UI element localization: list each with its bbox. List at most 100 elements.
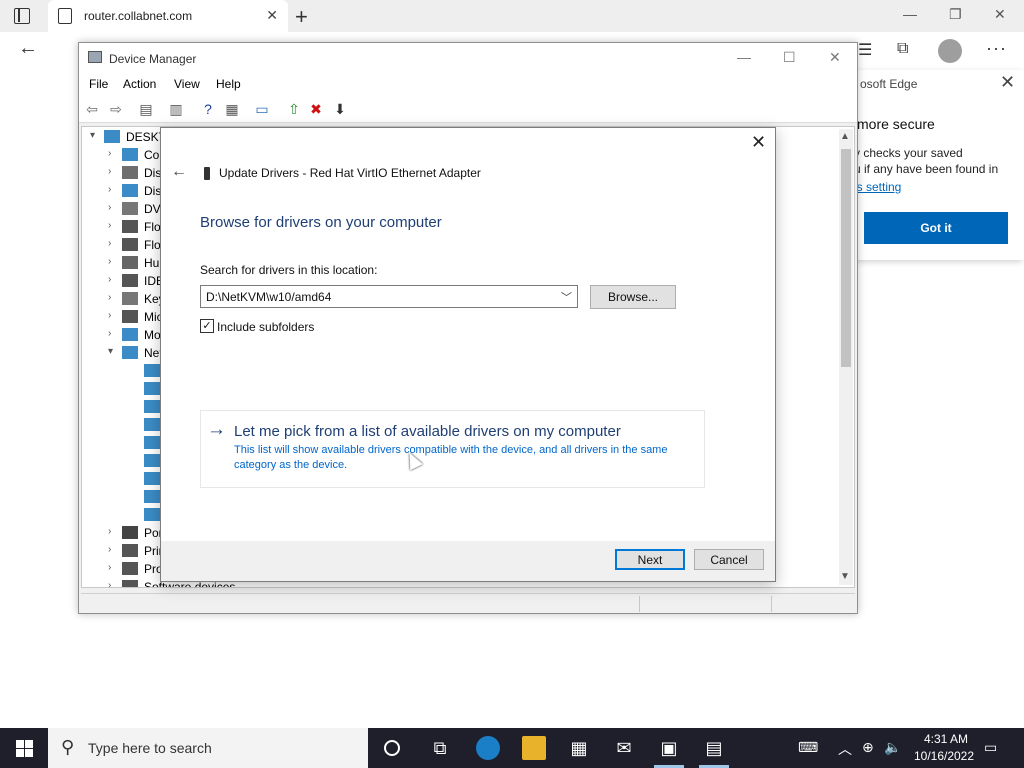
driver-path-value[interactable]: D:\NetKVM\w10/amd64 bbox=[206, 290, 331, 304]
tree-expander-icon[interactable]: › bbox=[108, 274, 111, 285]
tab-close-icon[interactable]: ✕ bbox=[266, 7, 278, 24]
tree-expander-icon[interactable]: ▾ bbox=[108, 346, 113, 357]
tab-actions-icon[interactable] bbox=[14, 8, 30, 24]
popup-close-icon[interactable]: ✕ bbox=[1000, 72, 1015, 93]
forward-icon[interactable]: ⇨ bbox=[107, 100, 125, 118]
back-icon[interactable]: ⇦ bbox=[83, 100, 101, 118]
dialog-back-icon[interactable]: ← bbox=[171, 163, 187, 181]
tree-expander-icon[interactable]: › bbox=[108, 202, 111, 213]
tree-expander-icon[interactable]: › bbox=[108, 184, 111, 195]
windows-logo-pane bbox=[25, 740, 33, 748]
network-adapter-icon bbox=[144, 364, 160, 377]
search-placeholder[interactable]: Type here to search bbox=[88, 740, 212, 756]
display-icon bbox=[122, 184, 138, 197]
scroll-up-icon[interactable]: ▲ bbox=[840, 131, 850, 142]
menu-file[interactable]: File bbox=[89, 77, 108, 91]
task-view-icon[interactable]: ⧉ bbox=[428, 736, 452, 760]
tree-expander-icon[interactable]: › bbox=[108, 220, 111, 231]
menu-action[interactable]: Action bbox=[123, 77, 156, 91]
pick-from-list-option[interactable]: → Let me pick from a list of available d… bbox=[200, 410, 705, 488]
dvd-icon bbox=[122, 202, 138, 215]
driver-path-combobox[interactable]: D:\NetKVM\w10/amd64 ﹀ bbox=[200, 285, 578, 308]
checkbox-box[interactable]: ✓ bbox=[200, 319, 214, 333]
update-driver-icon[interactable]: ⇧ bbox=[285, 100, 303, 118]
dialog-close-icon[interactable]: ✕ bbox=[751, 132, 766, 153]
uninstall-icon[interactable]: ✖ bbox=[307, 100, 325, 118]
more-options-icon[interactable]: ··· bbox=[986, 38, 1007, 59]
favorites-icon[interactable]: ☰ bbox=[858, 40, 872, 60]
minimize-icon[interactable]: — bbox=[737, 49, 751, 65]
browse-button[interactable]: Browse... bbox=[590, 285, 676, 309]
menu-help[interactable]: Help bbox=[216, 77, 241, 91]
network-adapter-icon bbox=[144, 382, 160, 395]
tree-expander-icon[interactable]: › bbox=[108, 544, 111, 555]
next-button[interactable]: Next bbox=[615, 549, 685, 570]
hid-icon bbox=[122, 256, 138, 269]
close-icon[interactable]: ✕ bbox=[829, 49, 841, 66]
scan-hardware-icon[interactable]: ⬇ bbox=[331, 100, 349, 118]
show-hide-console-tree-icon[interactable]: ▤ bbox=[137, 100, 155, 118]
close-window-icon[interactable]: ✕ bbox=[994, 6, 1006, 23]
start-button[interactable] bbox=[0, 728, 48, 768]
maximize-icon[interactable]: ☐ bbox=[783, 49, 796, 66]
network-adapter-icon bbox=[144, 418, 160, 431]
minimize-icon[interactable]: — bbox=[903, 6, 917, 22]
pick-option-title[interactable]: Let me pick from a list of available dri… bbox=[234, 423, 621, 440]
tree-expander-icon[interactable]: › bbox=[108, 148, 111, 159]
scroll-thumb[interactable] bbox=[841, 149, 851, 367]
browser-tab[interactable]: router.collabnet.com ✕ bbox=[48, 0, 288, 32]
restore-icon[interactable]: ❐ bbox=[949, 6, 962, 23]
clock-date[interactable]: 10/16/2022 bbox=[909, 749, 979, 763]
volume-icon[interactable]: 🔈 bbox=[884, 739, 901, 756]
collections-icon[interactable]: ⧉ bbox=[897, 40, 908, 58]
edge-icon[interactable] bbox=[476, 736, 500, 760]
include-subfolders-checkbox[interactable]: ✓ Include subfolders bbox=[200, 318, 400, 336]
device-manager-icon[interactable]: ▤ bbox=[702, 736, 726, 760]
cancel-button[interactable]: Cancel bbox=[694, 549, 764, 570]
popup-text-line-2: u if any have been found in bbox=[854, 162, 999, 176]
include-subfolders-label[interactable]: Include subfolders bbox=[217, 320, 314, 334]
tree-expander-icon[interactable]: › bbox=[108, 580, 111, 587]
popup-text-line-1: y checks your saved bbox=[854, 146, 963, 160]
search-icon: ⚲ bbox=[61, 737, 75, 757]
server-manager-icon[interactable]: ▣ bbox=[657, 736, 681, 760]
properties-icon[interactable]: ▥ bbox=[167, 100, 185, 118]
dialog-heading: Browse for drivers on your computer bbox=[200, 214, 442, 231]
tree-expander-icon[interactable]: › bbox=[108, 292, 111, 303]
tree-expander-icon[interactable]: › bbox=[108, 562, 111, 573]
view-icon[interactable]: ▦ bbox=[223, 100, 241, 118]
tree-expander-icon[interactable]: › bbox=[108, 526, 111, 537]
tree-node-label[interactable]: Mo bbox=[144, 328, 161, 342]
show-hidden-icons-icon[interactable]: ︿ bbox=[838, 739, 852, 759]
profile-avatar[interactable] bbox=[938, 39, 962, 63]
tree-expander-icon[interactable]: › bbox=[108, 328, 111, 339]
ide-icon bbox=[122, 274, 138, 287]
tree-expander-icon[interactable]: › bbox=[108, 238, 111, 249]
monitor-icon[interactable]: ▭ bbox=[253, 100, 271, 118]
notifications-icon[interactable]: ▭ bbox=[984, 739, 997, 756]
mail-icon[interactable]: ✉ bbox=[612, 736, 636, 760]
tree-expander-icon[interactable]: ▾ bbox=[90, 130, 95, 141]
menu-view[interactable]: View bbox=[174, 77, 200, 91]
status-separator bbox=[639, 596, 640, 612]
clock-time[interactable]: 4:31 AM bbox=[916, 732, 976, 746]
popup-settings-link[interactable]: is setting bbox=[854, 180, 901, 194]
store-icon[interactable]: ▦ bbox=[567, 736, 591, 760]
tree-scrollbar[interactable]: ▲ ▼ bbox=[839, 129, 853, 585]
cortana-icon[interactable] bbox=[380, 736, 404, 760]
dialog-footer: Next Cancel bbox=[161, 541, 775, 581]
keyboard-layout-icon[interactable]: ⌨ bbox=[798, 739, 818, 756]
file-explorer-icon[interactable] bbox=[522, 736, 546, 760]
chevron-down-icon[interactable]: ﹀ bbox=[561, 289, 572, 305]
tree-expander-icon[interactable]: › bbox=[108, 166, 111, 177]
taskbar-search[interactable]: ⚲ Type here to search bbox=[48, 728, 368, 768]
network-icon[interactable]: ⊕ bbox=[862, 739, 874, 756]
scroll-down-icon[interactable]: ▼ bbox=[840, 571, 850, 582]
browser-back-icon[interactable]: ← bbox=[18, 37, 38, 60]
tree-expander-icon[interactable]: › bbox=[108, 310, 111, 321]
search-location-label: Search for drivers in this location: bbox=[200, 263, 378, 277]
tree-expander-icon[interactable]: › bbox=[108, 256, 111, 267]
new-tab-icon[interactable]: + bbox=[295, 4, 308, 30]
help-icon[interactable]: ? bbox=[199, 100, 217, 118]
got-it-button[interactable]: Got it bbox=[864, 212, 1008, 244]
